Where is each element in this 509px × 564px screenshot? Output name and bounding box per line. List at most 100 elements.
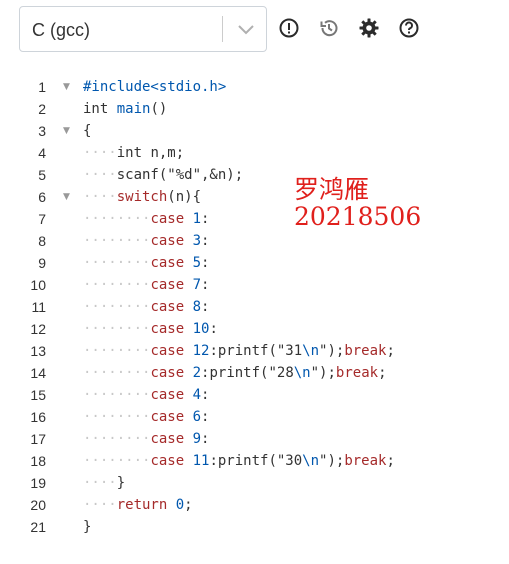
indent-guide: ········ [83, 299, 151, 315]
code-token: 10 [192, 321, 210, 337]
code-text: ····int n,m; [83, 142, 184, 164]
help-icon[interactable] [398, 17, 420, 39]
code-text: ········case 7: [83, 274, 209, 296]
code-token: : [201, 299, 210, 315]
indent-guide: ········ [83, 343, 151, 359]
code-text: #include<stdio.h> [83, 76, 226, 98]
code-line[interactable]: 21} [0, 516, 509, 538]
code-token: scanf("%d",&n); [116, 167, 244, 183]
code-token: case [150, 277, 185, 293]
code-token: 12 [192, 343, 210, 359]
code-token: n,m; [142, 145, 185, 161]
code-token: int [116, 145, 143, 161]
line-number: 5 [38, 167, 46, 183]
line-number: 8 [38, 233, 46, 249]
code-token: case [150, 233, 185, 249]
indent-guide: ···· [83, 497, 117, 513]
code-token: case [150, 343, 185, 359]
code-line[interactable]: 2 int main() [0, 98, 509, 120]
code-token: : [201, 233, 210, 249]
fold-arrow-icon[interactable]: ▼ [63, 120, 70, 142]
code-line[interactable]: 18 ········case 11:printf("30\n");break; [0, 450, 509, 472]
indent-guide: ···· [83, 189, 117, 205]
code-text: ········case 2:printf("28\n");break; [83, 362, 387, 384]
handwritten-id: 20218506 [294, 202, 422, 231]
code-token: #include<stdio.h> [83, 79, 227, 95]
code-token: case [150, 365, 185, 381]
code-token: break [344, 453, 387, 469]
code-token: () [150, 101, 168, 117]
code-token: case [150, 299, 185, 315]
code-token: case [150, 321, 185, 337]
code-line[interactable]: 10 ········case 7: [0, 274, 509, 296]
code-editor[interactable]: 1 ▼ #include<stdio.h> 2 int main() 3 ▼{4 ····in… [0, 62, 509, 564]
indent-guide: ···· [83, 145, 117, 161]
code-line[interactable]: 14 ········case 2:printf("28\n");break; [0, 362, 509, 384]
code-token: break [335, 365, 379, 381]
code-line[interactable]: 12 ········case 10: [0, 318, 509, 340]
line-number: 3 [38, 123, 46, 139]
code-token: main [116, 101, 151, 117]
history-icon[interactable] [318, 17, 340, 39]
line-number: 10 [30, 277, 46, 293]
code-text: ········case 6: [83, 406, 209, 428]
code-token: :printf("30 [209, 453, 303, 469]
code-line[interactable]: 16 ········case 6: [0, 406, 509, 428]
code-token: case [150, 409, 185, 425]
line-number: 16 [30, 409, 46, 425]
code-token: (n){ [167, 189, 202, 205]
code-token: 1 [192, 211, 202, 227]
line-number: 12 [30, 321, 46, 337]
code-token: : [201, 255, 210, 271]
indent-guide: ········ [83, 431, 151, 447]
code-token: : [201, 277, 210, 293]
code-line[interactable]: 4 ····int n,m; [0, 142, 509, 164]
code-token: ; [184, 497, 193, 513]
code-token: ; [386, 343, 395, 359]
code-token: switch [116, 189, 168, 205]
code-line[interactable]: 19 ····} [0, 472, 509, 494]
code-line[interactable]: 6 ▼ ····switch(n){ [0, 186, 509, 208]
language-select[interactable]: C (gcc) [19, 6, 267, 52]
code-line[interactable]: 15 ········case 4: [0, 384, 509, 406]
chevron-down-icon[interactable] [232, 17, 260, 41]
indent-guide: ········ [83, 365, 151, 381]
code-token: ; [378, 365, 387, 381]
info-icon[interactable] [278, 17, 300, 39]
code-line[interactable]: 8 ········case 3: [0, 230, 509, 252]
gear-icon[interactable] [358, 17, 380, 39]
code-token: 4 [192, 387, 202, 403]
code-line[interactable]: 7 ········case 1: [0, 208, 509, 230]
code-token: 5 [192, 255, 202, 271]
code-token: "); [310, 365, 336, 381]
code-line[interactable]: 1 ▼ #include<stdio.h> [0, 76, 509, 98]
code-line[interactable]: 3 ▼ { [0, 120, 509, 142]
fold-arrow-icon[interactable]: ▼ [63, 76, 70, 98]
code-text: int main() [83, 98, 167, 120]
line-number: 18 [30, 453, 46, 469]
code-text: ········case 12:printf("31\n");break; [83, 340, 395, 362]
code-token: 9 [192, 431, 202, 447]
fold-arrow-icon[interactable]: ▼ [63, 186, 70, 208]
code-token: "); [319, 343, 345, 359]
code-line[interactable]: 5 ····scanf("%d",&n); [0, 164, 509, 186]
code-token: { [83, 123, 92, 139]
code-token: :printf("28 [201, 365, 294, 381]
code-line[interactable]: 11 ········case 8: [0, 296, 509, 318]
select-divider [222, 16, 223, 42]
code-line[interactable]: 13 ········case 12:printf("31\n");break; [0, 340, 509, 362]
code-token: : [209, 321, 218, 337]
indent-guide: ········ [83, 233, 151, 249]
code-line[interactable]: 9 ········case 5: [0, 252, 509, 274]
code-token: 7 [192, 277, 202, 293]
code-token: case [150, 211, 185, 227]
line-number: 17 [30, 431, 46, 447]
code-line[interactable]: 20 ····return 0; [0, 494, 509, 516]
code-token: int [83, 101, 117, 117]
line-number: 11 [31, 299, 46, 315]
code-line[interactable]: 17 ········case 9: [0, 428, 509, 450]
